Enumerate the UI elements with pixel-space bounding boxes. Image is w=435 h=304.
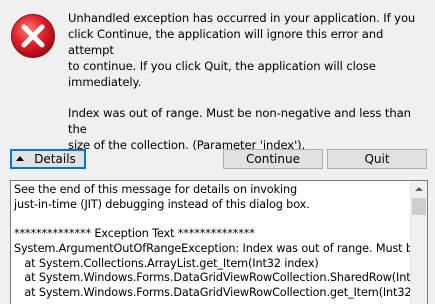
continue-button[interactable]: Continue — [223, 149, 323, 169]
collapse-triangle-icon — [16, 156, 24, 161]
vertical-scrollbar[interactable] — [410, 181, 427, 304]
continue-button-label: Continue — [246, 152, 300, 166]
details-button[interactable]: Details — [10, 149, 86, 169]
error-summary: Unhandled exception has occurred in your… — [68, 11, 416, 89]
quit-button-label: Quit — [364, 152, 390, 166]
scroll-thumb[interactable] — [412, 198, 426, 215]
error-detail: Index was out of range. Must be non-nega… — [68, 106, 411, 152]
details-textbox[interactable]: See the end of this message for details … — [10, 180, 428, 304]
quit-button[interactable]: Quit — [327, 149, 427, 169]
error-message: Unhandled exception has occurred in your… — [68, 10, 418, 153]
details-button-label: Details — [34, 152, 76, 166]
scroll-up-arrow-icon[interactable] — [411, 181, 427, 198]
error-icon — [11, 14, 55, 58]
details-text: See the end of this message for details … — [14, 183, 425, 299]
